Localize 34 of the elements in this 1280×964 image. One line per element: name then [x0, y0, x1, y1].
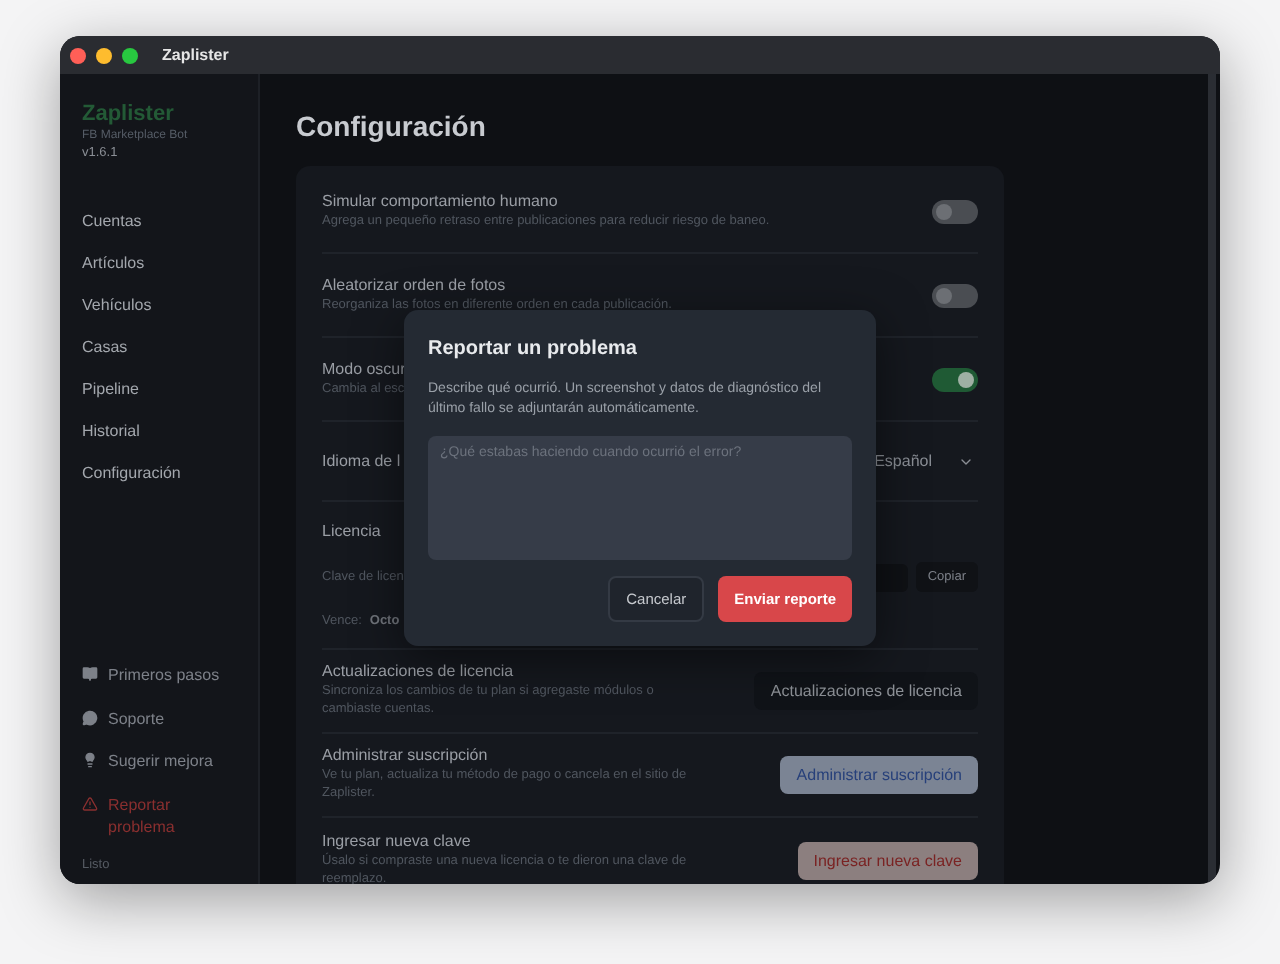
- nav-item[interactable]: Casas: [82, 326, 258, 368]
- toggle-switch[interactable]: [932, 199, 978, 223]
- sidebar-link[interactable]: Soporte: [82, 697, 222, 741]
- language-select[interactable]: Español: [874, 444, 978, 478]
- sidebar-link[interactable]: Primeros pasos: [82, 654, 222, 698]
- nav-item[interactable]: Pipeline: [82, 368, 258, 410]
- brand-name: Zaplister: [82, 102, 176, 126]
- nav-item[interactable]: Cuentas: [82, 200, 258, 242]
- setting-title: Ingresar nueva clave: [322, 831, 471, 850]
- nav-item[interactable]: Historial: [82, 410, 258, 452]
- nav-item[interactable]: Artículos: [82, 242, 258, 284]
- nav-item[interactable]: Vehículos: [82, 284, 258, 326]
- window-title: Zaplister: [162, 46, 229, 64]
- setting-title: Idioma de l: [322, 452, 401, 470]
- toggle-switch[interactable]: [932, 367, 978, 391]
- nav-item[interactable]: Configuración: [82, 452, 258, 494]
- close-button[interactable]: [70, 47, 86, 63]
- setting-title: Modo oscur: [322, 359, 406, 378]
- dialog-title: Reportar un problema: [428, 338, 639, 360]
- page-heading: Configuración: [296, 110, 488, 142]
- action-button[interactable]: Actualizaciones de licencia: [754, 672, 978, 710]
- setting-title: Administrar suscripción: [322, 746, 488, 765]
- lightbulb-icon: [82, 752, 98, 769]
- setting-title: Simular comportamiento humano: [322, 191, 558, 210]
- minimize-button[interactable]: [96, 47, 112, 63]
- warning-icon: [82, 795, 98, 812]
- toggle-switch[interactable]: [932, 283, 978, 307]
- setting-title: Aleatorizar orden de fotos: [322, 275, 506, 294]
- book-icon: [82, 666, 98, 683]
- zoom-button[interactable]: [122, 47, 138, 63]
- sidebar-link[interactable]: Sugerir mejora: [82, 740, 222, 784]
- setting-title: Licencia: [322, 522, 381, 540]
- speech-bubble-icon: [82, 709, 98, 726]
- setting-title: Actualizaciones de licencia: [322, 662, 514, 681]
